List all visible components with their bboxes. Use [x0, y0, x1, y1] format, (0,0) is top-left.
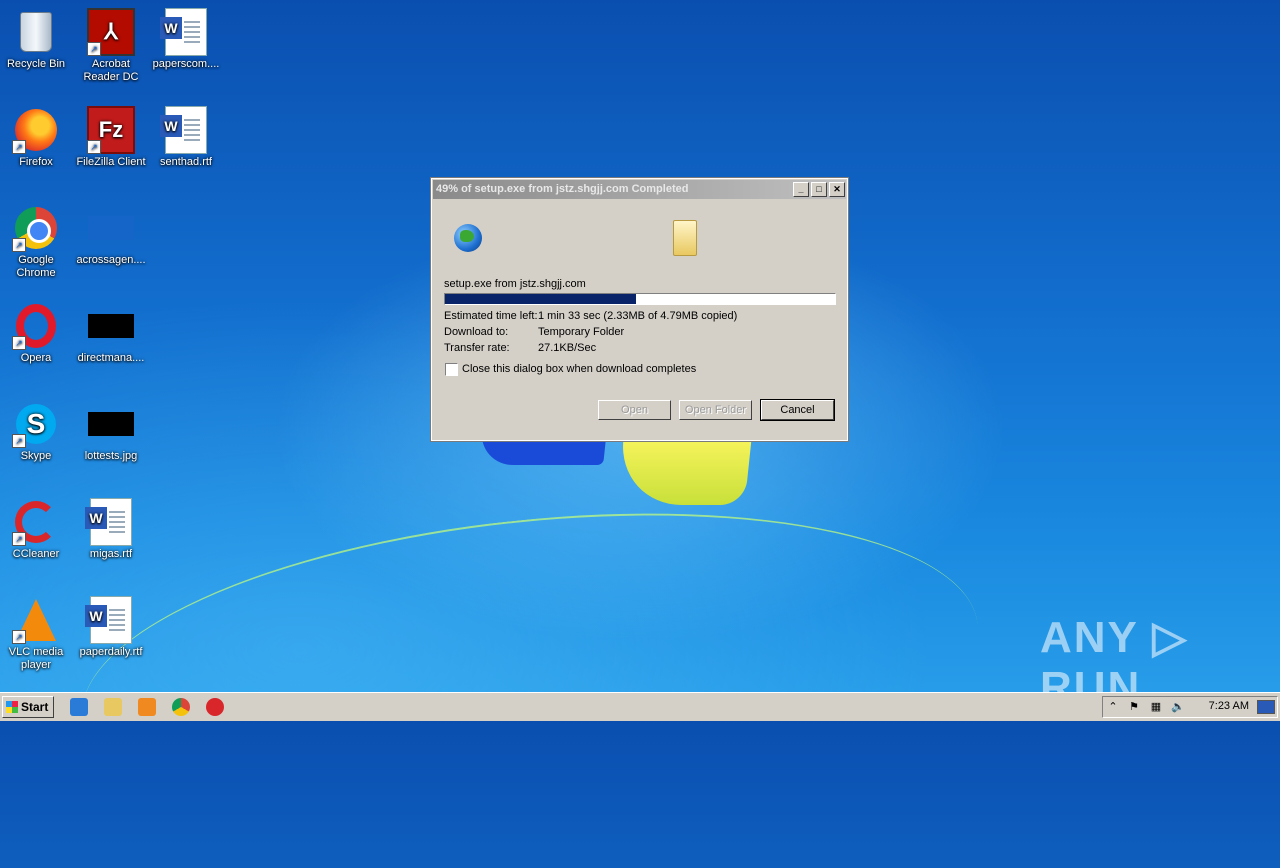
network-icon[interactable]: ▦ [1149, 700, 1163, 714]
ie-taskbar-icon[interactable] [70, 698, 88, 716]
desktop-icon-label: Recycle Bin [6, 58, 66, 70]
download-to-label: Download to: [444, 326, 509, 338]
estimated-time-value: 1 min 33 sec (2.33MB of 4.79MB copied) [538, 310, 738, 322]
maximize-button[interactable]: □ [811, 182, 827, 197]
chrome-taskbar-icon[interactable] [172, 698, 190, 716]
start-button[interactable]: Start [2, 696, 54, 718]
desktop-icon-label: Google Chrome [16, 254, 56, 279]
desktop-icon-paperdaily[interactable]: paperdaily.rtf [73, 596, 149, 659]
word-doc-icon [85, 498, 132, 546]
windows-wallpaper-logo [478, 430, 752, 520]
desktop-icon-recycle-bin[interactable]: Recycle Bin [0, 8, 74, 71]
transfer-rate-value: 27.1KB/Sec [538, 342, 597, 354]
close-when-done-checkbox[interactable] [445, 363, 458, 376]
desktop-icon-firefox[interactable]: ↗ Firefox [0, 106, 74, 169]
download-to-value: Temporary Folder [538, 326, 625, 338]
flag-icon[interactable]: ⚑ [1127, 700, 1141, 714]
recycle-bin-icon [20, 12, 52, 52]
dialog-title: 49% of setup.exe from jstz.shgjj.com Com… [436, 183, 689, 195]
media-player-taskbar-icon[interactable] [138, 698, 156, 716]
minimize-button[interactable]: _ [793, 182, 809, 197]
image-thumb-icon [88, 216, 134, 240]
taskbar: Start ⌃ ⚑ ▦ 🔈 7:23 AM [0, 692, 1280, 721]
desktop-icon-directmana[interactable]: directmana.... [73, 302, 149, 365]
desktop-icon-label: CCleaner [12, 548, 60, 560]
globe-icon [454, 224, 482, 252]
desktop-icon-skype[interactable]: S ↗ Skype [0, 400, 74, 463]
desktop-icon-lottests[interactable]: lottests.jpg [73, 400, 149, 463]
desktop-icon-ccleaner[interactable]: ↗ CCleaner [0, 498, 74, 561]
image-thumb-icon [88, 412, 134, 436]
taskbar-clock[interactable]: 7:23 AM [1209, 700, 1249, 712]
close-when-done-label[interactable]: Close this dialog box when download comp… [462, 363, 696, 375]
tray-expand-icon[interactable]: ⌃ [1106, 700, 1120, 714]
opera-taskbar-icon[interactable] [206, 698, 224, 716]
desktop: Recycle Bin ↗ Firefox ↗ Google Chrome ↗ … [0, 0, 1280, 868]
word-doc-icon [160, 8, 207, 56]
desktop-icon-acrobat[interactable]: ⅄ ↗ Acrobat Reader DC [73, 8, 149, 84]
download-progress-bar [444, 293, 836, 305]
progress-fill [445, 294, 637, 304]
word-doc-icon [85, 596, 132, 644]
transfer-rate-label: Transfer rate: [444, 342, 510, 354]
download-dialog: 49% of setup.exe from jstz.shgjj.com Com… [430, 177, 849, 442]
system-tray: ⌃ ⚑ ▦ 🔈 7:23 AM [1102, 696, 1278, 718]
cancel-button[interactable]: Cancel [760, 399, 835, 421]
start-label: Start [21, 700, 49, 714]
close-button[interactable]: ✕ [829, 182, 845, 197]
dialog-titlebar[interactable]: 49% of setup.exe from jstz.shgjj.com Com… [433, 180, 846, 199]
desktop-icon-filezilla[interactable]: Fz ↗ FileZilla Client [73, 106, 149, 169]
desktop-icon-opera[interactable]: ↗ Opera [0, 302, 74, 365]
desktop-icon-paperscom[interactable]: paperscom.... [148, 8, 224, 71]
desktop-icon-label: paperscom.... [152, 58, 220, 70]
desktop-icon-vlc[interactable]: ↗ VLC media player [0, 596, 74, 672]
explorer-taskbar-icon[interactable] [104, 698, 122, 716]
wallpaper-swoosh [66, 473, 994, 868]
desktop-icon-label: VLC media player [8, 646, 64, 671]
desktop-icon-label: FileZilla Client [76, 156, 146, 168]
desktop-icon-label: lottests.jpg [84, 450, 138, 462]
desktop-icon-chrome[interactable]: ↗ Google Chrome [0, 204, 74, 280]
folder-icon [673, 220, 697, 256]
desktop-icon-label: acrossagen.... [76, 254, 146, 266]
desktop-icon-label: Skype [20, 450, 52, 462]
open-button[interactable]: Open [598, 400, 671, 420]
download-file-text: setup.exe from jstz.shgjj.com [444, 278, 586, 290]
desktop-icon-acrossagen[interactable]: acrossagen.... [73, 204, 149, 267]
desktop-icon-label: senthad.rtf [160, 156, 212, 168]
word-doc-icon [160, 106, 207, 154]
image-thumb-icon [88, 314, 134, 338]
open-folder-button[interactable]: Open Folder [679, 400, 752, 420]
desktop-icon-label: Acrobat Reader DC [83, 58, 139, 83]
estimated-time-label: Estimated time left: [444, 310, 538, 322]
desktop-icon-migas[interactable]: migas.rtf [73, 498, 149, 561]
volume-icon[interactable]: 🔈 [1171, 700, 1185, 714]
desktop-icon-label: directmana.... [77, 352, 145, 364]
desktop-icon-label: Firefox [19, 156, 53, 168]
desktop-icon-label: paperdaily.rtf [79, 646, 143, 658]
desktop-icon-label: migas.rtf [89, 548, 133, 560]
windows-flag-icon [6, 701, 18, 713]
desktop-icon-label: Opera [20, 352, 52, 364]
show-desktop-icon[interactable] [1257, 700, 1275, 714]
desktop-icon-senthad[interactable]: senthad.rtf [148, 106, 224, 169]
